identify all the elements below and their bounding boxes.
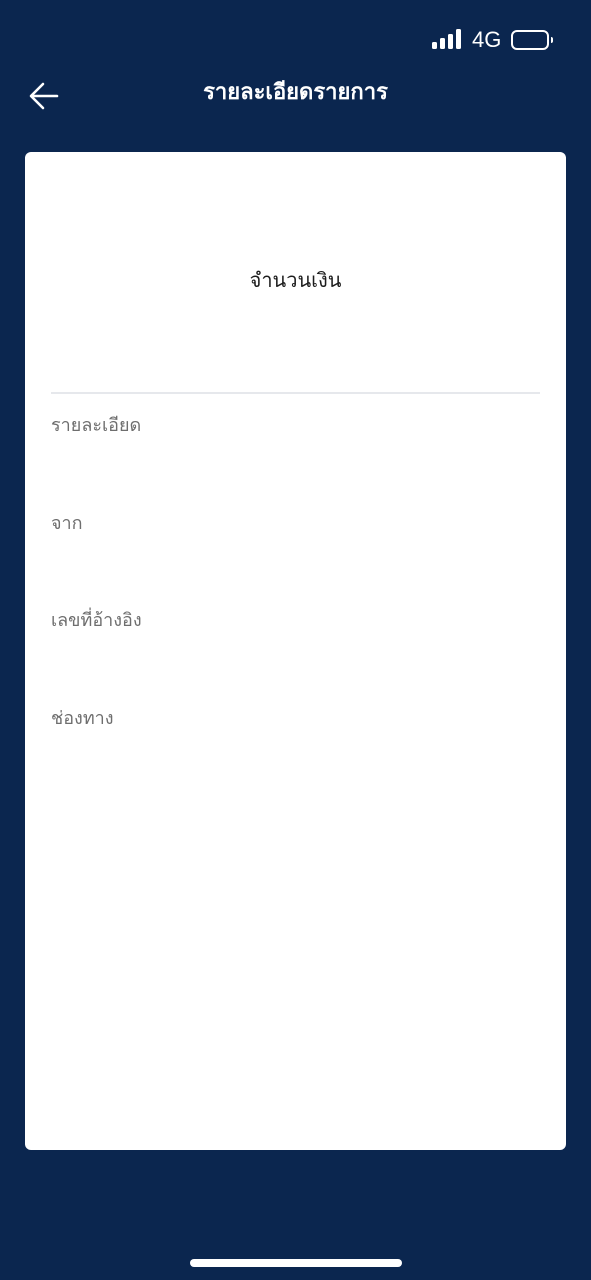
from-label: จาก	[51, 513, 83, 534]
battery-icon	[511, 30, 553, 50]
amount-label: จำนวนเงิน	[249, 268, 342, 292]
home-indicator[interactable]	[190, 1259, 402, 1267]
transaction-detail-card: จำนวนเงิน รายละเอียด จาก เลขที่อ้างอิง ช…	[25, 152, 566, 1150]
detail-label: รายละเอียด	[51, 415, 142, 436]
channel-label: ช่องทาง	[51, 708, 114, 729]
page-title: รายละเอียดรายการ	[203, 80, 388, 105]
signal-bars-icon	[432, 29, 464, 49]
divider	[51, 392, 540, 394]
status-bar: 4G	[0, 0, 591, 70]
network-type-label: 4G	[472, 27, 502, 52]
reference-number-label: เลขที่อ้างอิง	[51, 610, 142, 631]
